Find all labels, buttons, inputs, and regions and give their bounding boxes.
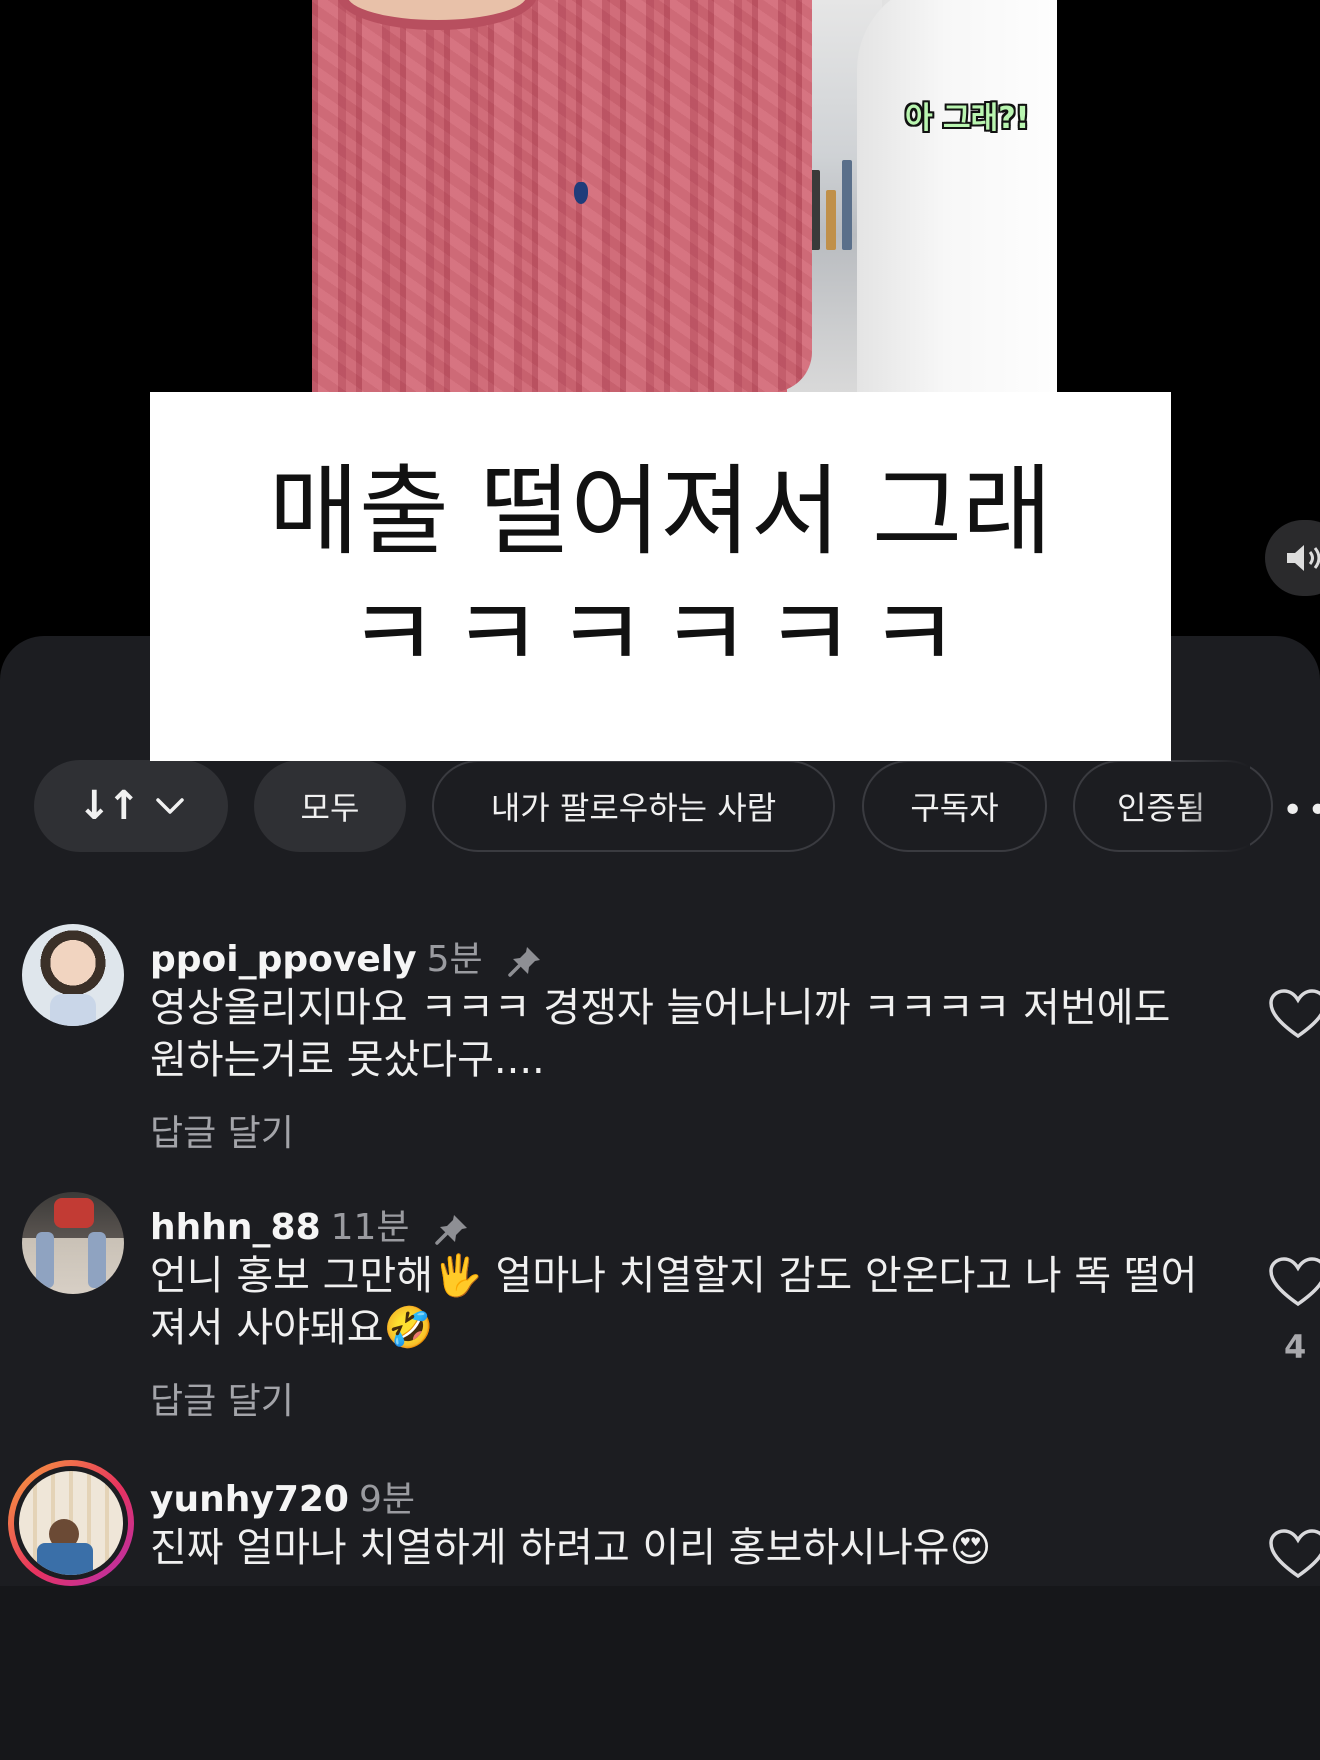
video-overlay-card: 매출 떨어져서 그래 ㅋㅋㅋㅋㅋㅋ xyxy=(150,392,1171,761)
overlay-text-line1: 매출 떨어져서 그래 xyxy=(268,454,1053,569)
pink-sweater-person xyxy=(312,0,812,392)
filter-chip-subscribers[interactable]: 구독자 xyxy=(862,760,1047,852)
avatar-leg xyxy=(36,1232,54,1288)
avatar xyxy=(19,1471,123,1575)
story-ring[interactable] xyxy=(8,1460,134,1586)
overlay-text-line2: ㅋㅋㅋㅋㅋㅋ xyxy=(348,577,973,692)
video-frame[interactable]: 아 그래?! xyxy=(312,0,1057,392)
sweater-neckline xyxy=(337,0,537,30)
avatar-person-body xyxy=(37,1543,93,1575)
avatar-bag xyxy=(54,1198,94,1228)
white-shirt-person xyxy=(857,0,1057,392)
filter-chip-all[interactable]: 모두 xyxy=(254,760,406,852)
heart-icon[interactable] xyxy=(1268,1256,1320,1308)
comment-text: 영상올리지마요 ㅋㅋㅋ 경쟁자 늘어나니까 ㅋㅋㅋㅋ 저번에도 원하는거로 못샀… xyxy=(150,985,1171,1083)
like-count: 4 xyxy=(1284,1328,1307,1366)
avatar[interactable] xyxy=(22,924,124,1026)
heart-icon[interactable] xyxy=(1268,1528,1320,1580)
sort-arrows-icon: ↓↑ xyxy=(77,783,140,829)
mute-toggle-button[interactable] xyxy=(1265,520,1320,596)
comment-time: 11분 xyxy=(330,1207,410,1248)
comment-time: 9분 xyxy=(358,1479,415,1520)
heart-icon[interactable] xyxy=(1268,988,1320,1040)
more-dots-icon[interactable]: •• xyxy=(1282,790,1320,831)
sort-dropdown[interactable]: ↓↑ xyxy=(34,760,228,852)
comment-username[interactable]: hhhn_88 xyxy=(150,1207,321,1248)
comment-header: yunhy720 9분 xyxy=(150,1470,415,1522)
sweater-logo xyxy=(574,182,588,204)
comment-time: 5분 xyxy=(426,939,483,980)
pin-icon xyxy=(435,1215,468,1245)
avatar-bib xyxy=(50,994,96,1026)
avatar[interactable] xyxy=(22,1192,124,1294)
bottom-area xyxy=(0,1586,1320,1760)
chip-fade xyxy=(1180,760,1250,852)
comment-username[interactable]: ppoi_ppovely xyxy=(150,939,417,980)
comment-header: ppoi_ppovely 5분 xyxy=(150,930,543,982)
avatar-leg xyxy=(88,1232,106,1288)
comment-username[interactable]: yunhy720 xyxy=(150,1479,349,1520)
reply-button[interactable]: 답글 달기 xyxy=(150,1104,294,1156)
comment-text: 진짜 얼마나 치열하게 하려고 이리 홍보하시나유😍 xyxy=(150,1525,992,1571)
speaker-icon xyxy=(1287,545,1320,571)
filter-chip-following[interactable]: 내가 팔로우하는 사람 xyxy=(432,760,835,852)
video-subtitle: 아 그래?! xyxy=(905,101,1030,136)
comment-header: hhhn_88 11분 xyxy=(150,1198,470,1250)
story-ring-gap xyxy=(14,1466,128,1580)
comment-text: 언니 홍보 그만해🖐 얼마나 치열할지 감도 안온다고 나 똑 떨어져서 사야돼… xyxy=(150,1253,1198,1351)
reply-button[interactable]: 답글 달기 xyxy=(150,1372,294,1424)
comment-filter-bar: ↓↑ 모두 내가 팔로우하는 사람 구독자 인증됨 •• xyxy=(0,760,1320,852)
pin-icon xyxy=(508,947,541,977)
chevron-down-icon xyxy=(155,798,184,814)
